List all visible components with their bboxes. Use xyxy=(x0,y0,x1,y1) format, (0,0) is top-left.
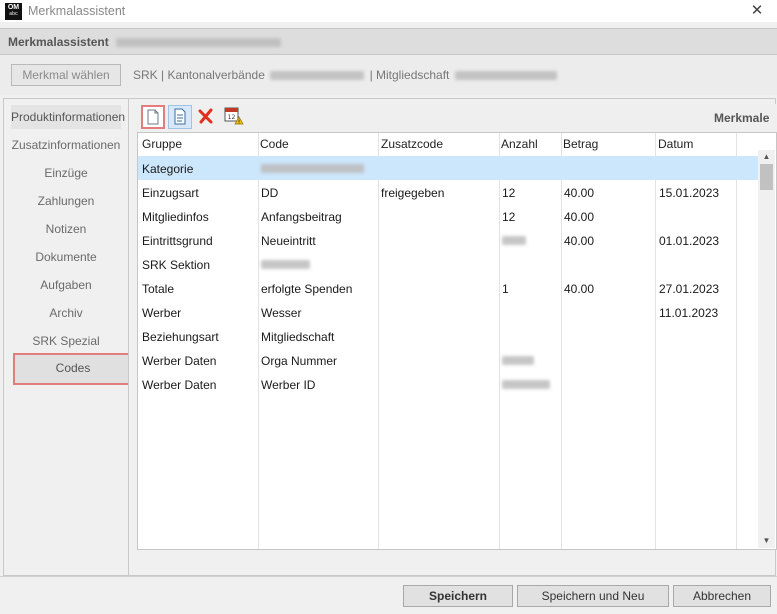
scrollbar-thumb[interactable] xyxy=(760,164,773,190)
cell-datum: 11.01.2023 xyxy=(659,306,719,320)
cell-code: Wesser xyxy=(261,306,302,320)
cell-anzahl: 12 xyxy=(502,210,516,224)
calendar-warning-icon[interactable]: 12 xyxy=(222,105,246,129)
redacted-name xyxy=(116,38,282,48)
copy-document-icon[interactable] xyxy=(168,105,192,129)
merkmale-grid: Gruppe Code Zusatzcode Anzahl Betrag Dat… xyxy=(137,132,777,550)
cell-betrag: 40.00 xyxy=(564,282,595,296)
app-logo-subtext: abc xyxy=(9,11,18,17)
redacted-cell xyxy=(502,356,534,365)
sidebar-item-archiv[interactable]: Archiv xyxy=(4,301,128,325)
sidebar-item-codes[interactable]: Codes xyxy=(13,353,133,385)
cell-gruppe: Totale xyxy=(142,282,175,296)
sidebar-item-srk-spezial[interactable]: SRK Spezial xyxy=(4,329,128,353)
header-title-text: Merkmalassistent xyxy=(8,35,109,49)
cell-datum: 01.01.2023 xyxy=(659,234,720,248)
table-row[interactable]: Eintrittsgrund Neueintritt 40.00 01.01.2… xyxy=(138,228,759,252)
cell-betrag: 40.00 xyxy=(564,186,595,200)
cell-code: Orga Nummer xyxy=(261,354,338,368)
cell-betrag: 40.00 xyxy=(564,210,595,224)
cell-datum: 15.01.2023 xyxy=(659,186,720,200)
table-row[interactable]: Beziehungsart Mitgliedschaft xyxy=(138,324,759,348)
cell-gruppe: Einzugsart xyxy=(142,186,199,200)
table-row[interactable]: Werber Daten Werber ID xyxy=(138,372,759,396)
cell-code: erfolgte Spenden xyxy=(261,282,353,296)
cell-anzahl: 12 xyxy=(502,186,516,200)
new-document-icon[interactable] xyxy=(141,105,165,129)
cell-code: Anfangsbeitrag xyxy=(261,210,342,224)
table-row[interactable]: Mitgliedinfos Anfangsbeitrag 12 40.00 xyxy=(138,204,759,228)
table-row[interactable]: SRK Sektion xyxy=(138,252,759,276)
cell-zusatzcode: freigegeben xyxy=(381,186,445,200)
redacted-context xyxy=(270,71,365,81)
cell-gruppe: Eintrittsgrund xyxy=(142,234,213,248)
column-header-anzahl[interactable]: Anzahl xyxy=(501,137,538,151)
cell-anzahl: 1 xyxy=(502,282,509,296)
table-row[interactable]: Werber Daten Orga Nummer xyxy=(138,348,759,372)
table-row[interactable]: Kategorie xyxy=(138,156,759,180)
sidebar: Produktinformationen Zusatzinformationen… xyxy=(3,98,133,576)
cell-gruppe: Mitgliedinfos xyxy=(142,210,209,224)
cancel-button[interactable]: Abbrechen xyxy=(673,585,771,607)
sidebar-item-aufgaben[interactable]: Aufgaben xyxy=(4,273,128,297)
redacted-cell xyxy=(261,164,364,173)
column-header-datum[interactable]: Datum xyxy=(658,137,693,151)
redacted-cell xyxy=(502,380,550,389)
cell-code: Werber ID xyxy=(261,378,316,392)
cell-code: Neueintritt xyxy=(261,234,316,248)
delete-icon[interactable] xyxy=(195,105,219,129)
redacted-context xyxy=(454,71,557,81)
close-button[interactable]: ✕ xyxy=(744,1,770,21)
sidebar-item-notizen[interactable]: Notizen xyxy=(4,217,128,241)
column-header-zusatzcode[interactable]: Zusatzcode xyxy=(381,137,443,151)
merkmal-waehlen-button[interactable]: Merkmal wählen xyxy=(11,64,121,86)
sidebar-item-produktinformationen[interactable]: Produktinformationen xyxy=(11,105,125,129)
context-breadcrumb: SRK | Kantonalverbände | Mitgliedschaft xyxy=(133,68,557,82)
vertical-scrollbar[interactable]: ▲ ▼ xyxy=(758,150,775,548)
cell-gruppe: SRK Sektion xyxy=(142,258,211,272)
cell-gruppe: Beziehungsart xyxy=(142,330,219,344)
context-part2: | Mitgliedschaft xyxy=(369,68,450,82)
table-row[interactable]: Werber Wesser 11.01.2023 xyxy=(138,300,759,324)
cell-datum: 27.01.2023 xyxy=(659,282,720,296)
cell-betrag: 40.00 xyxy=(564,234,595,248)
scroll-down-arrow-icon[interactable]: ▼ xyxy=(758,534,775,548)
cell-code: Mitgliedschaft xyxy=(261,330,335,344)
window-title: Merkmalassistent xyxy=(28,4,126,18)
cell-gruppe: Kategorie xyxy=(142,162,194,176)
section-title-merkmale: Merkmale xyxy=(714,111,770,125)
cell-gruppe: Werber Daten xyxy=(142,354,217,368)
header-title: Merkmalassistent xyxy=(8,35,282,49)
redacted-cell xyxy=(261,260,310,269)
app-logo-icon: OM abc xyxy=(5,3,22,20)
sidebar-item-zahlungen[interactable]: Zahlungen xyxy=(4,189,128,213)
sidebar-item-einzuege[interactable]: Einzüge xyxy=(4,161,128,185)
app-logo-text: OM xyxy=(7,4,20,11)
save-button[interactable]: Speichern xyxy=(403,585,513,607)
cell-gruppe: Werber xyxy=(142,306,182,320)
dialog-header: Merkmalassistent xyxy=(0,28,777,55)
context-part1: SRK | Kantonalverbände xyxy=(133,68,265,82)
column-header-gruppe[interactable]: Gruppe xyxy=(142,137,182,151)
toolbar: 12 xyxy=(136,104,776,132)
svg-text:12: 12 xyxy=(228,114,236,121)
table-row[interactable]: Totale erfolgte Spenden 1 40.00 27.01.20… xyxy=(138,276,759,300)
column-header-code[interactable]: Code xyxy=(260,137,289,151)
cell-gruppe: Werber Daten xyxy=(142,378,217,392)
cell-code: DD xyxy=(261,186,279,200)
column-header-betrag[interactable]: Betrag xyxy=(563,137,598,151)
table-row[interactable]: Einzugsart DD freigegeben 12 40.00 15.01… xyxy=(138,180,759,204)
redacted-cell xyxy=(502,236,526,245)
save-and-new-button[interactable]: Speichern und Neu xyxy=(517,585,669,607)
sidebar-item-zusatzinformationen[interactable]: Zusatzinformationen xyxy=(4,133,128,157)
sidebar-item-dokumente[interactable]: Dokumente xyxy=(4,245,128,269)
scroll-up-arrow-icon[interactable]: ▲ xyxy=(758,150,775,164)
